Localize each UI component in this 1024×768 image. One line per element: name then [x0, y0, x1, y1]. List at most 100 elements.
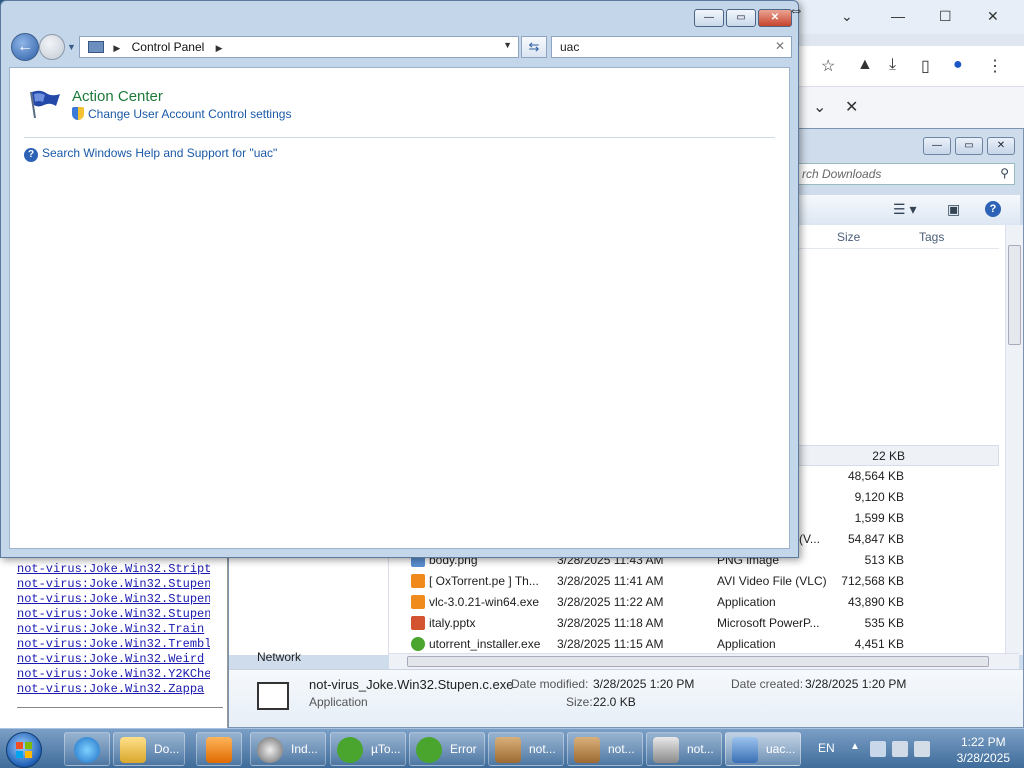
- view-options-icon[interactable]: ☰ ▾: [893, 201, 916, 218]
- taskbar-not-3[interactable]: not...: [646, 732, 722, 766]
- forward-button[interactable]: [39, 34, 65, 60]
- extension-icon[interactable]: ▲: [857, 56, 873, 74]
- clock[interactable]: 1:22 PM 3/28/2025: [957, 734, 1010, 766]
- malware-link[interactable]: not-virus:Joke.Win32.Zappa: [0, 682, 210, 697]
- horizontal-scrollbar[interactable]: [389, 653, 1019, 669]
- taskbar: Do... Ind... µTo... Error not... not... …: [0, 728, 1024, 768]
- malware-link[interactable]: not-virus:Joke.Win32.Weird: [0, 652, 210, 667]
- search-input[interactable]: uac ✕: [551, 36, 792, 58]
- file-row[interactable]: utorrent_installer.exe 3/28/2025 11:15 A…: [389, 634, 999, 655]
- taskbar-control-panel[interactable]: uac...: [725, 732, 801, 766]
- scrollbar-thumb[interactable]: [1008, 245, 1021, 345]
- address-field[interactable]: ▶ Control Panel ▶ ▼: [79, 36, 519, 58]
- taskbar-browser[interactable]: Ind...: [250, 732, 326, 766]
- browser-toolbar: ☆ ▲ ⤓ ▯ ● ⋮: [781, 46, 1024, 86]
- chevron-down-icon[interactable]: ⌄: [841, 8, 853, 25]
- details-filename: not-virus_Joke.Win32.Stupen.c.exe: [309, 677, 514, 692]
- system-tray: EN ▲ 1:22 PM 3/28/2025: [814, 729, 1024, 768]
- search-input[interactable]: rch Downloads ⚲: [795, 163, 1015, 185]
- address-dropdown-icon[interactable]: ▼: [503, 40, 512, 50]
- package-icon: [574, 737, 600, 763]
- utorrent-icon: [337, 737, 363, 763]
- taskbar-internet-explorer[interactable]: [64, 732, 110, 766]
- file-row[interactable]: italy.pptx 3/28/2025 11:18 AM Microsoft …: [389, 613, 999, 634]
- column-size[interactable]: Size: [837, 230, 860, 244]
- clear-search-icon[interactable]: ✕: [775, 39, 785, 53]
- help-search-link[interactable]: ? Search Windows Help and Support for "ua…: [24, 146, 277, 162]
- malware-link[interactable]: not-virus:Joke.Win32.Stupen.c: [0, 607, 210, 622]
- help-icon[interactable]: ?: [985, 201, 1001, 217]
- column-tags[interactable]: Tags: [919, 230, 944, 244]
- taskbar-utorrent[interactable]: µTo...: [330, 732, 406, 766]
- malware-link[interactable]: not-virus:Joke.Win32.Y2KCheck: [0, 667, 210, 682]
- close-button[interactable]: ✕: [987, 137, 1015, 155]
- powerpoint-file-icon: [411, 616, 425, 630]
- taskbar-downloads[interactable]: Do...: [113, 732, 185, 766]
- application-file-icon: [257, 682, 289, 710]
- modified-value: 3/28/2025 1:20 PM: [593, 677, 695, 691]
- created-value: 3/28/2025 1:20 PM: [805, 677, 907, 691]
- scrollbar-thumb[interactable]: [407, 656, 989, 667]
- recent-pages-dropdown[interactable]: ▼: [67, 42, 76, 52]
- minimize-icon[interactable]: —: [891, 8, 905, 24]
- malware-link[interactable]: not-virus:Joke.Win32.Stript: [0, 562, 210, 577]
- side-panel-icon[interactable]: ▯: [921, 56, 930, 76]
- breadcrumb-control-panel[interactable]: Control Panel: [132, 40, 205, 54]
- created-label: Date created:: [731, 677, 804, 691]
- browser-window-background: ⌄ — ☐ ✕ ☆ ▲ ⤓ ▯ ● ⋮ ⌄ ✕: [780, 0, 1024, 135]
- search-icon[interactable]: ⚲: [1000, 166, 1009, 180]
- taskbar-not-1[interactable]: not...: [488, 732, 564, 766]
- result-title-action-center[interactable]: Action Center: [72, 88, 163, 105]
- clock-time: 1:22 PM: [960, 735, 1006, 749]
- malware-link[interactable]: not-virus:Joke.Win32.Trembler: [0, 637, 210, 652]
- malware-link[interactable]: not-virus:Joke.Win32.Stupen.b: [0, 592, 210, 607]
- control-panel-icon: [88, 41, 104, 53]
- divider: [24, 137, 775, 138]
- back-button[interactable]: ←: [11, 33, 39, 61]
- maximize-button[interactable]: ▭: [726, 9, 756, 27]
- close-icon[interactable]: ✕: [987, 8, 999, 25]
- maximize-button[interactable]: ▭: [955, 137, 983, 155]
- chevron-down-icon[interactable]: ⌄: [813, 97, 826, 117]
- breadcrumb-separator-icon[interactable]: ▶: [216, 43, 223, 53]
- refresh-button[interactable]: ⇆: [521, 36, 547, 58]
- language-indicator[interactable]: EN: [818, 741, 835, 755]
- profile-icon[interactable]: ●: [953, 56, 963, 74]
- control-panel-window: — ▭ ✕ ← ▼ ▶ Control Panel ▶ ▼ ⇆ uac ✕ Ac…: [0, 0, 799, 558]
- modified-label: Date modified:: [511, 677, 589, 691]
- search-value: uac: [560, 40, 580, 54]
- vlc-cone-icon: [411, 595, 425, 609]
- nav-item-network[interactable]: Network: [257, 650, 301, 664]
- file-row[interactable]: [ OxTorrent.pe ] Th... 3/28/2025 11:41 A…: [389, 571, 999, 592]
- minimize-button[interactable]: —: [694, 9, 724, 27]
- taskbar-not-2[interactable]: not...: [567, 732, 643, 766]
- malware-link[interactable]: not-virus:Joke.Win32.Stupen.a: [0, 577, 210, 592]
- window-controls: — ▭ ✕: [923, 137, 1015, 155]
- preview-pane-icon[interactable]: ▣: [947, 201, 960, 218]
- menu-icon[interactable]: ⋮: [987, 56, 1003, 76]
- close-icon[interactable]: ✕: [845, 97, 858, 117]
- maximize-icon[interactable]: ☐: [939, 8, 952, 25]
- size-label: Size:: [566, 695, 593, 709]
- window-controls: — ▭ ✕: [694, 9, 792, 27]
- breadcrumb-separator-icon[interactable]: ▶: [113, 43, 120, 53]
- minimize-button[interactable]: —: [923, 137, 951, 155]
- file-row[interactable]: vlc-3.0.21-win64.exe 3/28/2025 11:22 AM …: [389, 592, 999, 613]
- action-center-tray-icon[interactable]: [870, 741, 886, 757]
- show-hidden-icons-icon[interactable]: ▲: [850, 741, 860, 752]
- uac-shield-icon: [72, 107, 84, 120]
- malware-link[interactable]: not-virus:Joke.Win32.Train: [0, 622, 210, 637]
- vertical-scrollbar[interactable]: [1005, 225, 1023, 655]
- folder-icon: [120, 737, 146, 763]
- start-button[interactable]: [6, 732, 42, 768]
- taskbar-error[interactable]: Error: [409, 732, 485, 766]
- browser-titlebar: ⌄ — ☐ ✕: [781, 0, 1024, 34]
- volume-muted-icon[interactable]: [914, 741, 930, 757]
- taskbar-media-player[interactable]: [196, 732, 242, 766]
- clock-date: 3/28/2025: [956, 751, 1010, 765]
- result-link-uac-settings[interactable]: Change User Account Control settings: [72, 107, 291, 121]
- bookmark-star-icon[interactable]: ☆: [821, 56, 835, 76]
- download-icon[interactable]: ⤓: [889, 56, 896, 74]
- close-button[interactable]: ✕: [758, 9, 792, 27]
- network-tray-icon[interactable]: [892, 741, 908, 757]
